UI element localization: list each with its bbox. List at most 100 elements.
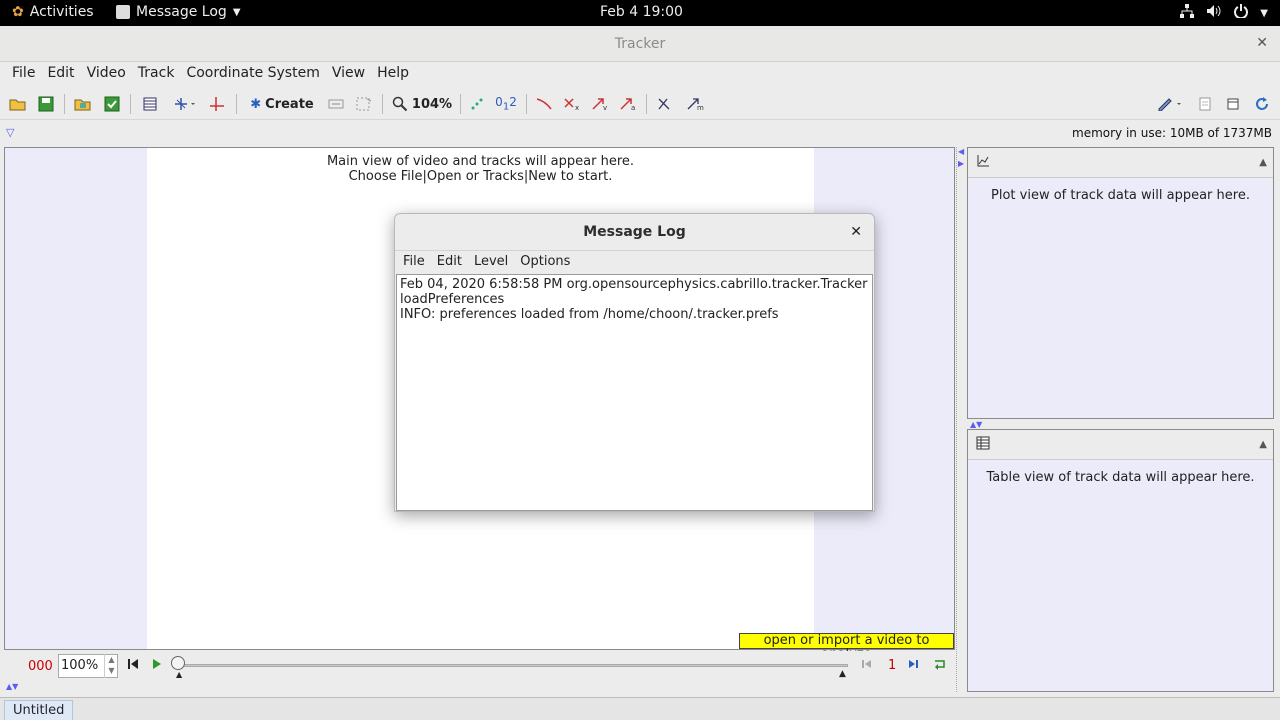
start-marker-icon[interactable]: ▲ xyxy=(176,670,182,679)
split-pane-divider[interactable]: ◀ ▶ xyxy=(956,147,966,692)
menu-view[interactable]: View xyxy=(326,62,371,86)
window-icon xyxy=(1227,98,1239,110)
table-empty-message: Table view of track data will appear her… xyxy=(986,470,1255,485)
menu-track[interactable]: Track xyxy=(132,62,181,86)
chevron-down-icon: ▼ xyxy=(232,6,241,18)
position-marker-button[interactable]: x xyxy=(562,93,582,115)
menu-edit[interactable]: Edit xyxy=(41,62,80,86)
pane-split-arrows-icon[interactable]: ▲▼ xyxy=(970,420,982,429)
trail-icon xyxy=(536,98,552,110)
axes-icon xyxy=(175,98,195,110)
expand-icon[interactable]: ▲▼ xyxy=(6,682,18,691)
memory-status[interactable]: memory in use: 10MB of 1737MB xyxy=(1072,126,1272,140)
tab-untitled[interactable]: Untitled xyxy=(4,700,74,720)
drawing-tools-button[interactable] xyxy=(1154,93,1186,115)
position-points-button[interactable] xyxy=(468,93,486,115)
log-text-area[interactable]: Feb 04, 2020 6:58:58 PM org.opensourceph… xyxy=(396,274,873,511)
end-marker-icon[interactable]: ▲ xyxy=(839,669,846,679)
app-menu[interactable]: Message Log ▼ xyxy=(116,4,241,20)
open-project-icon xyxy=(74,99,91,111)
menu-coordinate-system[interactable]: Coordinate System xyxy=(180,62,325,86)
svg-text:a: a xyxy=(631,104,635,111)
note-icon xyxy=(1199,97,1211,111)
dialog-close-button[interactable]: ✕ xyxy=(850,224,862,240)
trace-button[interactable] xyxy=(326,93,346,115)
collapse-right-icon[interactable]: ▶ xyxy=(958,159,964,168)
collapse-left-icon[interactable]: ◀ xyxy=(958,147,964,156)
loop-button[interactable] xyxy=(934,658,946,673)
save-project-button[interactable] xyxy=(102,93,122,115)
dialog-menu-bar: File Edit Level Options xyxy=(395,250,874,274)
triangle-down-icon[interactable]: ▽ xyxy=(6,126,14,139)
toolbar-separator xyxy=(646,94,647,114)
desktop-files-button[interactable] xyxy=(1224,93,1242,115)
toolbar-separator xyxy=(460,94,461,114)
frame-number[interactable]: 000 xyxy=(28,659,53,674)
activities-button[interactable]: ✿ Activities xyxy=(12,4,94,20)
trace-icon xyxy=(328,99,344,109)
chevron-down-icon: ▼ xyxy=(1260,7,1268,19)
menu-file[interactable]: File xyxy=(6,62,41,86)
asterisk-icon: ✱ xyxy=(250,96,262,112)
axes-dropdown-button[interactable] xyxy=(168,93,200,115)
footprint-button[interactable] xyxy=(354,93,374,115)
frame-slider-thumb[interactable] xyxy=(171,656,185,670)
dialog-menu-edit[interactable]: Edit xyxy=(431,251,468,274)
step-back-button[interactable] xyxy=(862,658,872,672)
plot-maximize-icon[interactable]: ▲ xyxy=(1259,157,1267,168)
vector-sum-icon xyxy=(658,98,670,110)
log-line: INFO: preferences loaded from /home/choo… xyxy=(400,307,779,322)
clip-settings-button[interactable] xyxy=(140,93,160,115)
step-forward-button[interactable] xyxy=(908,658,918,672)
open-folder-icon xyxy=(9,99,26,111)
table-grid-icon[interactable] xyxy=(976,436,990,454)
velocity-vector-button[interactable]: v xyxy=(590,93,610,115)
system-tray[interactable]: ▼ xyxy=(1180,4,1268,22)
open-file-button[interactable] xyxy=(8,93,28,115)
step-size[interactable]: 1 xyxy=(888,658,896,673)
plot-axes-icon[interactable] xyxy=(976,154,990,172)
calibration-tool-button[interactable] xyxy=(206,93,228,115)
table-pane[interactable]: ▲ Table view of track data will appear h… xyxy=(967,429,1274,692)
dialog-menu-file[interactable]: File xyxy=(397,251,431,274)
trails-button[interactable] xyxy=(534,93,554,115)
menu-help[interactable]: Help xyxy=(371,62,415,86)
rate-spin-arrows[interactable]: ▲ ▼ xyxy=(104,654,118,678)
pencil-icon xyxy=(1158,98,1181,111)
main-view-instruction: Choose File|Open or Tracks|New to start. xyxy=(348,169,613,184)
open-project-button[interactable] xyxy=(72,93,94,115)
clock[interactable]: Feb 4 19:00 xyxy=(600,4,683,20)
system-top-bar: ✿ Activities Message Log ▼ Feb 4 19:00 ▼ xyxy=(0,0,1280,26)
plot-pane[interactable]: ▲ Plot view of track data will appear he… xyxy=(967,147,1274,419)
notes-button[interactable] xyxy=(1196,93,1214,115)
momentum-vector-button[interactable]: m xyxy=(684,93,706,115)
plot-pane-header: ▲ xyxy=(968,148,1273,178)
log-line: Feb 04, 2020 6:58:58 PM org.opensourceph… xyxy=(400,277,868,292)
menu-video[interactable]: Video xyxy=(81,62,132,86)
window-close-button[interactable]: ✕ xyxy=(1256,35,1268,51)
window-titlebar: Tracker ✕ xyxy=(0,26,1280,62)
play-button[interactable] xyxy=(152,658,162,672)
xmass-button[interactable] xyxy=(656,93,676,115)
step-labels-icon: 012 xyxy=(495,95,517,113)
acceleration-vector-button[interactable]: a xyxy=(618,93,638,115)
save-project-icon xyxy=(104,96,120,112)
svg-text:x: x xyxy=(575,104,579,111)
toolbar-separator xyxy=(130,94,131,114)
dialog-menu-level[interactable]: Level xyxy=(468,251,514,274)
toolbar-separator xyxy=(236,94,237,114)
refresh-button[interactable] xyxy=(1252,93,1272,115)
table-maximize-icon[interactable]: ▲ xyxy=(1259,439,1267,450)
reset-button[interactable] xyxy=(128,658,138,672)
dialog-menu-options[interactable]: Options xyxy=(514,251,576,274)
frame-slider-track[interactable] xyxy=(176,664,848,667)
window-title: Tracker xyxy=(614,36,666,52)
step-back-icon xyxy=(862,660,871,668)
save-button[interactable] xyxy=(36,93,56,115)
plot-empty-message: Plot view of track data will appear here… xyxy=(991,188,1250,203)
zoom-button[interactable]: 104% xyxy=(390,93,454,115)
step-labels-button[interactable]: 012 xyxy=(494,93,518,115)
message-log-dialog: Message Log ✕ File Edit Level Options Fe… xyxy=(394,213,875,512)
create-track-button[interactable]: ✱ Create xyxy=(246,93,318,115)
toolbar-separator xyxy=(64,94,65,114)
